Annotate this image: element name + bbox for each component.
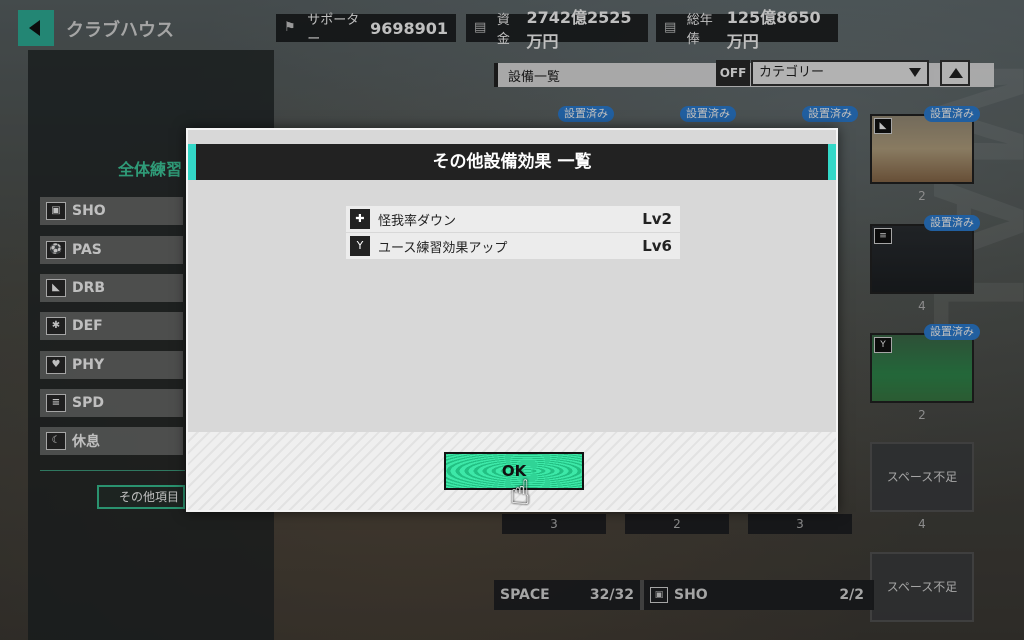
effect-row: Y ユース練習効果アップ Lv6 xyxy=(346,233,680,259)
modal-footer: OK ☝ xyxy=(188,432,836,510)
effect-name: ユース練習効果アップ xyxy=(378,240,508,256)
modal-title: その他設備効果 一覧 xyxy=(188,144,836,180)
effect-level: Lv2 xyxy=(642,210,672,228)
effect-name: 怪我率ダウン xyxy=(378,213,457,229)
youth-icon: Y xyxy=(350,236,370,256)
pointing-hand-icon: ☝ xyxy=(510,473,531,513)
effect-level: Lv6 xyxy=(642,237,672,255)
effects-modal: その他設備効果 一覧 ✚ 怪我率ダウン Lv2 Y ユース練習効果アップ Lv6… xyxy=(186,128,838,512)
effect-list: ✚ 怪我率ダウン Lv2 Y ユース練習効果アップ Lv6 xyxy=(346,206,680,260)
medical-spray-icon: ✚ xyxy=(350,209,370,229)
effect-row: ✚ 怪我率ダウン Lv2 xyxy=(346,206,680,232)
